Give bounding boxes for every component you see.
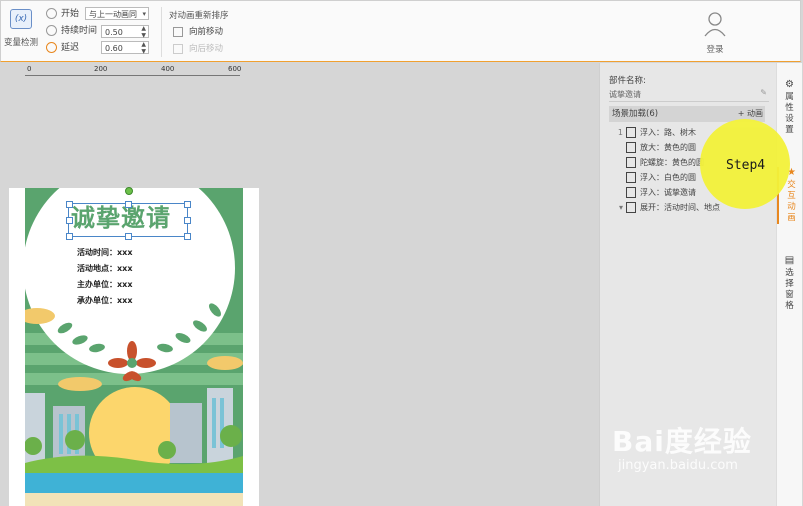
- ruler-tick: 200: [94, 65, 108, 73]
- component-name-label: 部件名称:: [609, 76, 646, 86]
- horizontal-ruler: 0 200 400 600: [25, 65, 242, 76]
- duration-value: 0.50: [105, 28, 123, 37]
- side-tab-bar: ⚙ 属性设置 ★ 交互动画 ▤ 选择窗格: [776, 63, 802, 506]
- rotate-handle[interactable]: [125, 187, 133, 195]
- delay-value: 0.60: [105, 44, 123, 53]
- animation-type-icon: [626, 142, 636, 153]
- resize-handle[interactable]: [184, 217, 191, 224]
- component-name-value: 诚挚邀请: [609, 90, 641, 99]
- variable-detect-label: 变量检测: [4, 38, 39, 48]
- step-label: Step4: [726, 158, 766, 173]
- tab-interaction-label: 交互动画: [787, 180, 796, 223]
- animation-item[interactable]: 1 浮入：路、树木: [609, 126, 696, 140]
- move-forward-icon: [173, 26, 183, 37]
- animation-item[interactable]: 浮入：白色的圆: [609, 171, 696, 185]
- stepper-arrows-icon[interactable]: ▲ ▼: [141, 25, 146, 39]
- watermark-url: jingyan.baidu.com: [618, 458, 738, 473]
- animation-toolbar: (x) 变量检测 开始 与上一动画同 ▾ 持续时间 0.50 ▲ ▼ 延迟 0.6…: [0, 0, 801, 62]
- resize-handle[interactable]: [66, 201, 73, 208]
- move-forward-button[interactable]: 向前移动: [173, 25, 223, 37]
- selection-box[interactable]: [68, 203, 188, 237]
- animation-item[interactable]: 陀螺旋：黄色的圆: [609, 156, 704, 170]
- duration-stepper[interactable]: 0.50 ▲ ▼: [101, 25, 149, 39]
- animation-type-icon: [626, 187, 636, 198]
- reorder-title: 对动画重新排序: [169, 11, 229, 21]
- resize-handle[interactable]: [125, 233, 132, 240]
- animation-type-icon: [626, 157, 636, 168]
- toolbar-divider: [161, 7, 162, 57]
- resize-handle[interactable]: [184, 233, 191, 240]
- ruler-tick: 400: [161, 65, 175, 73]
- scene-label: 场景加载(6): [612, 109, 659, 119]
- variable-icon: (x): [10, 9, 32, 29]
- user-icon: [704, 12, 726, 37]
- tab-select-pane-label: 选择窗格: [785, 268, 794, 311]
- delay-icon: [46, 42, 57, 53]
- step-highlight: Step4: [700, 119, 790, 209]
- resize-handle[interactable]: [184, 201, 191, 208]
- login-button[interactable]: 登录: [701, 11, 729, 55]
- ruler-tick: 0: [27, 65, 32, 73]
- gear-icon: ⚙: [785, 79, 794, 90]
- login-label: 登录: [706, 45, 724, 55]
- pencil-icon[interactable]: ✎: [760, 88, 767, 97]
- baidu-watermark: Bai度经验 jingyan.baidu.com: [612, 420, 752, 473]
- clock-icon: [46, 25, 57, 36]
- animation-type-icon: [626, 127, 636, 138]
- start-label: 开始: [61, 9, 80, 19]
- ruler-line: [25, 75, 240, 76]
- ruler-tick: 600: [228, 65, 242, 73]
- variable-detect-button[interactable]: (x) 变量检测: [4, 9, 38, 48]
- animation-item[interactable]: ▾ 展开：活动时间、地点: [609, 201, 720, 215]
- tab-properties[interactable]: ⚙ 属性设置: [777, 79, 802, 136]
- animation-type-icon: [626, 172, 636, 183]
- poster-info-organizer[interactable]: 承办单位：xxx: [77, 295, 132, 306]
- move-backward-button[interactable]: 向后移动: [173, 42, 223, 54]
- start-row: 开始: [46, 7, 79, 21]
- tab-select-pane[interactable]: ▤ 选择窗格: [777, 255, 802, 312]
- move-backward-icon: [173, 43, 183, 54]
- animation-item[interactable]: 放大：黄色的圆: [609, 141, 696, 155]
- poster-info-place[interactable]: 活动地点：xxx: [77, 263, 132, 274]
- start-icon: [46, 8, 57, 19]
- animation-item[interactable]: 浮入：诚挚邀请: [609, 186, 696, 200]
- delay-stepper[interactable]: 0.60 ▲ ▼: [101, 41, 149, 55]
- resize-handle[interactable]: [125, 201, 132, 208]
- delay-row: 延迟: [46, 41, 79, 55]
- delay-label: 延迟: [61, 43, 80, 53]
- stepper-arrows-icon[interactable]: ▲ ▼: [141, 41, 146, 55]
- duration-label: 持续时间: [61, 26, 98, 36]
- resize-handle[interactable]: [66, 233, 73, 240]
- layers-icon: ▤: [784, 255, 795, 266]
- start-select-value: 与上一动画同: [89, 10, 137, 19]
- chevron-down-icon: ▾: [142, 10, 146, 18]
- resize-handle[interactable]: [66, 217, 73, 224]
- start-select[interactable]: 与上一动画同 ▾: [85, 7, 149, 20]
- animation-type-icon: [626, 202, 636, 213]
- component-name-field[interactable]: 诚挚邀请 ✎: [609, 88, 769, 102]
- poster-info-time[interactable]: 活动时间：xxx: [77, 247, 132, 258]
- duration-row: 持续时间: [46, 24, 97, 38]
- watermark-brand: Bai度经验: [612, 425, 752, 458]
- poster-info-host[interactable]: 主办单位：xxx: [77, 279, 132, 290]
- tab-properties-label: 属性设置: [785, 92, 794, 135]
